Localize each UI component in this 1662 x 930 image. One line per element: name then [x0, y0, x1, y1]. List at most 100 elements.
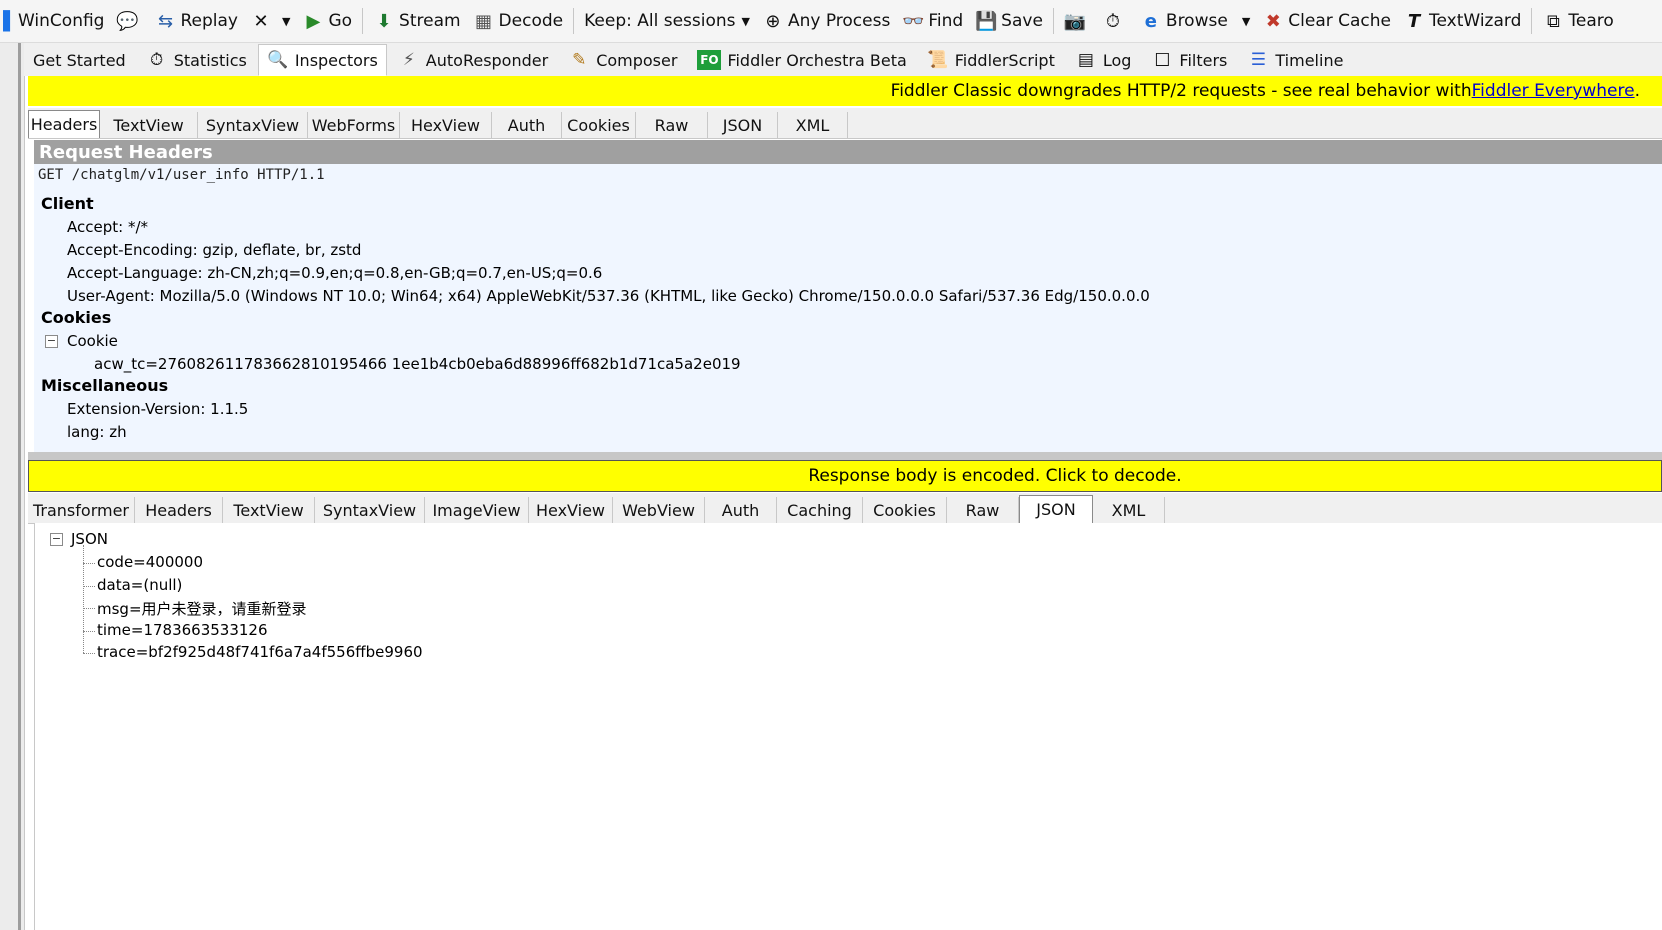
log-document-icon: ▤	[1077, 50, 1094, 70]
tree-connector	[83, 653, 95, 655]
header-cookie[interactable]: Cookie	[67, 332, 118, 350]
left-panel-edge	[0, 40, 25, 930]
request-tab-syntaxview[interactable]: SyntaxView	[198, 112, 308, 138]
request-tab-raw[interactable]: Raw	[636, 112, 708, 138]
stream-button[interactable]: ⬇ Stream	[367, 4, 467, 38]
view-tabs: Get Started ⏱ Statistics 🔍 Inspectors ⚡ …	[24, 43, 1662, 76]
binoculars-icon: 👓	[902, 10, 925, 32]
windows-icon: ▌	[3, 10, 17, 32]
response-tab-headers[interactable]: Headers	[135, 497, 223, 523]
group-miscellaneous[interactable]: Miscellaneous	[41, 376, 168, 395]
request-tab-headers[interactable]: Headers	[28, 110, 100, 138]
timeline-bars-icon: ☰	[1250, 50, 1267, 70]
tab-statistics[interactable]: ⏱ Statistics	[137, 44, 256, 76]
http2-downgrade-banner: Fiddler Classic downgrades HTTP/2 reques…	[28, 76, 1662, 106]
response-tab-cookies[interactable]: Cookies	[863, 497, 947, 523]
collapse-json-icon[interactable]: −	[50, 533, 63, 546]
request-tab-cookies[interactable]: Cookies	[562, 112, 636, 138]
tab-fiddlerscript[interactable]: 📜 FiddlerScript	[918, 44, 1064, 76]
response-tab-textview[interactable]: TextView	[223, 497, 315, 523]
response-tab-auth[interactable]: Auth	[705, 497, 777, 523]
response-tab-xml[interactable]: XML	[1093, 497, 1165, 523]
browse-button[interactable]: e Browse ▼	[1134, 4, 1256, 38]
request-tab-hexview[interactable]: HexView	[400, 112, 492, 138]
tab-filters[interactable]: ☐ Filters	[1142, 44, 1236, 76]
header-lang[interactable]: lang: zh	[67, 423, 127, 441]
keep-sessions-dropdown[interactable]: Keep: All sessions ▼	[578, 4, 756, 38]
request-tab-xml[interactable]: XML	[778, 112, 848, 138]
request-tab-textview[interactable]: TextView	[100, 112, 198, 138]
clear-cache-icon: ✖	[1265, 10, 1281, 32]
timer-button[interactable]: ⏱	[1096, 4, 1134, 38]
tab-fiddler-orchestra[interactable]: FO Fiddler Orchestra Beta	[688, 44, 915, 76]
main-toolbar: ▌ WinConfig 💬 ⇆ Replay ✕ ▼ ▶ Go ⬇ Stream…	[0, 0, 1662, 43]
any-process-button[interactable]: ⊕ Any Process	[756, 4, 896, 38]
group-client[interactable]: Client	[41, 194, 94, 213]
composer-pencil-icon: ✎	[572, 50, 587, 70]
response-json-pane: − JSON code=400000 data=(null) msg=用户未登录，请…	[34, 523, 1662, 930]
decode-button[interactable]: ▦ Decode	[467, 4, 570, 38]
crosshair-icon: ⊕	[765, 10, 781, 32]
toolbar-separator	[573, 8, 575, 34]
request-tab-auth[interactable]: Auth	[492, 112, 562, 138]
save-button[interactable]: 💾 Save	[969, 4, 1049, 38]
response-inspector-tabs: Transformer Headers TextView SyntaxView Imag…	[28, 493, 1662, 524]
save-icon: 💾	[974, 10, 998, 32]
response-tab-imageview[interactable]: ImageView	[425, 497, 529, 523]
header-user-agent[interactable]: User-Agent: Mozilla/5.0 (Windows NT 10.0…	[67, 287, 1150, 305]
response-tab-caching[interactable]: Caching	[777, 497, 863, 523]
find-button[interactable]: 👓 Find	[896, 4, 969, 38]
remove-button[interactable]: ✕ ▼	[244, 4, 296, 38]
response-tab-raw[interactable]: Raw	[947, 497, 1019, 523]
json-tree-item[interactable]: data=(null)	[97, 576, 182, 594]
toolbar-separator	[1052, 8, 1054, 34]
inspect-magnifier-icon: 🔍	[267, 50, 289, 70]
header-accept[interactable]: Accept: */*	[67, 218, 148, 236]
tab-composer[interactable]: ✎ Composer	[559, 44, 686, 76]
json-tree-item[interactable]: time=1783663533126	[97, 621, 268, 639]
response-tab-webview[interactable]: WebView	[613, 497, 705, 523]
json-tree-item[interactable]: code=400000	[97, 553, 203, 571]
tree-connector	[83, 608, 95, 610]
stopwatch-icon: ⏱	[150, 50, 164, 70]
fo-badge-icon: FO	[697, 50, 722, 70]
response-tab-json[interactable]: JSON	[1019, 495, 1093, 523]
tab-get-started[interactable]: Get Started	[24, 44, 135, 76]
tearoff-button[interactable]: ⧉ Tearo	[1536, 4, 1619, 38]
replay-button[interactable]: ⇆ Replay	[148, 4, 244, 38]
close-icon: ✕	[253, 10, 269, 32]
textwizard-button[interactable]: T TextWizard	[1397, 4, 1527, 38]
browser-e-icon: e	[1144, 10, 1158, 32]
response-tab-hexview[interactable]: HexView	[529, 497, 613, 523]
json-tree-item[interactable]: trace=bf2f925d48f741f6a7a4f556ffbe9960	[97, 643, 423, 661]
response-tab-syntaxview[interactable]: SyntaxView	[315, 497, 425, 523]
tab-autoresponder[interactable]: ⚡ AutoResponder	[389, 44, 557, 76]
header-accept-language[interactable]: Accept-Language: zh-CN,zh;q=0.9,en;q=0.8…	[67, 264, 602, 282]
fiddler-everywhere-link[interactable]: Fiddler Everywhere	[1472, 81, 1635, 101]
group-cookies[interactable]: Cookies	[41, 308, 111, 327]
clear-cache-button[interactable]: ✖ Clear Cache	[1256, 4, 1397, 38]
cookie-value[interactable]: acw_tc=276082611783662810195466 1ee1b4cb…	[94, 355, 741, 373]
pane-splitter[interactable]	[28, 452, 1662, 460]
header-extension-version[interactable]: Extension-Version: 1.1.5	[67, 400, 248, 418]
collapse-cookie-icon[interactable]: −	[45, 335, 58, 348]
tab-log[interactable]: ▤ Log	[1066, 44, 1141, 76]
request-tab-json[interactable]: JSON	[708, 112, 778, 138]
header-accept-encoding[interactable]: Accept-Encoding: gzip, deflate, br, zstd	[67, 241, 361, 259]
tree-connector	[83, 585, 95, 587]
comment-button[interactable]: 💬	[110, 4, 148, 38]
splitter-handle[interactable]	[18, 40, 21, 930]
json-tree-item[interactable]: msg=用户未登录，请重新登录	[97, 598, 307, 619]
request-tab-webforms[interactable]: WebForms	[308, 112, 400, 138]
textwizard-icon: T	[1407, 10, 1421, 32]
script-icon: 📜	[927, 50, 949, 70]
screenshot-button[interactable]: 📷	[1058, 4, 1096, 38]
tab-inspectors[interactable]: 🔍 Inspectors	[257, 44, 387, 76]
decode-response-banner[interactable]: Response body is encoded. Click to decod…	[28, 460, 1662, 492]
json-root-node[interactable]: JSON	[71, 530, 108, 548]
response-tab-transformer[interactable]: Transformer	[28, 497, 135, 523]
go-button[interactable]: ▶ Go	[296, 4, 358, 38]
tab-timeline[interactable]: ☰ Timeline	[1238, 44, 1352, 76]
comment-bubble-icon: 💬	[116, 10, 139, 32]
winconfig-button[interactable]: ▌ WinConfig	[0, 4, 110, 38]
